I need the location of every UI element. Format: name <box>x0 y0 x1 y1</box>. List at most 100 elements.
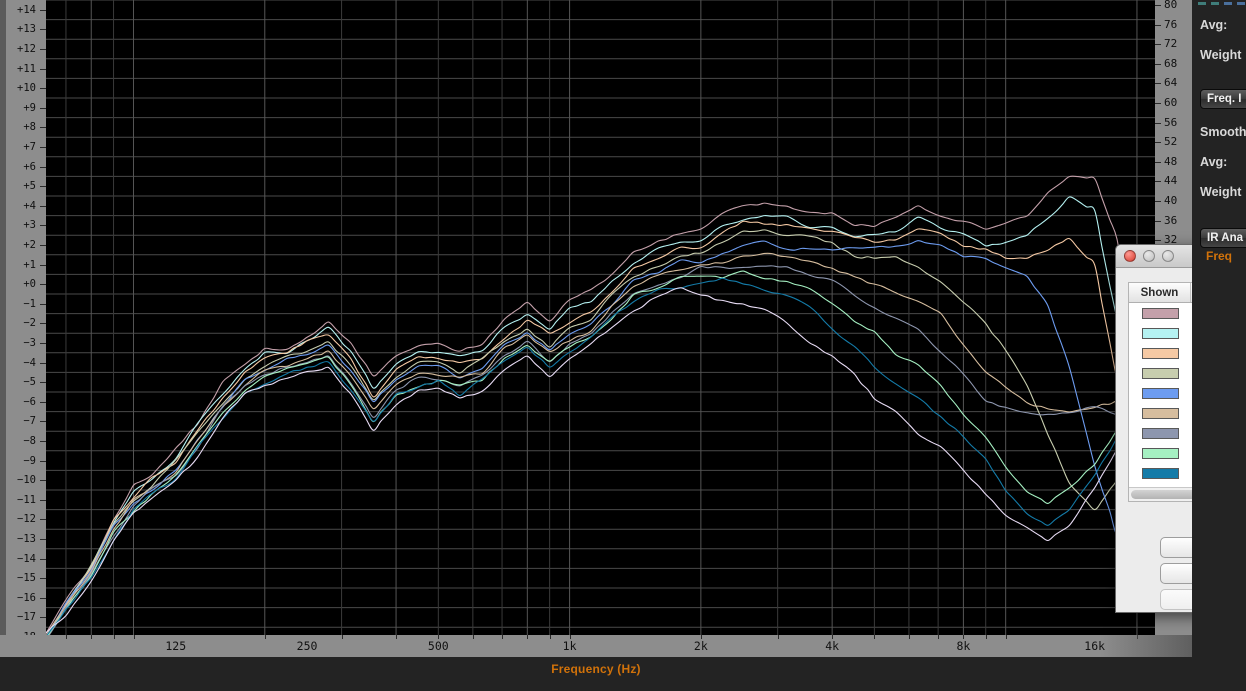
trace-color-cell[interactable] <box>1129 447 1191 459</box>
trace-color-cell[interactable] <box>1129 407 1191 419</box>
y-axis-right-tick-mark <box>1155 161 1161 163</box>
trace-color-swatch[interactable] <box>1141 427 1179 439</box>
y-axis-right-tick-mark <box>1155 181 1161 183</box>
x-axis-tick-mark <box>113 635 115 639</box>
y-axis-left-tick-mark <box>40 441 46 442</box>
y-axis-left-tick: −6 <box>23 395 36 408</box>
y-axis-left-tick: −13 <box>17 533 36 545</box>
y-axis-left-tick-mark <box>40 460 46 462</box>
y-axis-left-tick: +13 <box>17 23 36 36</box>
control-side-panel: Avg: Weight Freq. I Smooth Avg: Weight I… <box>1192 0 1246 691</box>
y-axis-left-tick-mark <box>40 597 46 599</box>
y-axis-left-tick-mark <box>40 480 46 482</box>
freq-response-button[interactable]: Freq. I <box>1200 89 1246 109</box>
y-axis-right-tick: 44 <box>1164 174 1178 188</box>
y-axis-left-tick-mark <box>40 29 46 31</box>
y-axis-right-tick-mark <box>1155 122 1161 124</box>
y-axis-right-tick-mark <box>1155 63 1161 65</box>
y-axis-left-tick-mark <box>40 107 46 109</box>
x-axis-tick-mark <box>569 635 571 639</box>
y-axis-left-tick: +2 <box>23 239 36 251</box>
trace-color-cell[interactable] <box>1129 347 1191 359</box>
trace-color-swatch[interactable] <box>1141 407 1179 419</box>
series-line <box>47 196 1155 637</box>
label-weight-1: Weight <box>1200 48 1242 62</box>
y-axis-right-tick-mark <box>1155 44 1161 46</box>
x-axis-tick-mark <box>908 635 910 639</box>
trace-color-cell[interactable] <box>1129 427 1191 439</box>
x-axis-tick-mark <box>133 635 135 639</box>
trace-color-cell[interactable] <box>1129 467 1191 479</box>
x-axis-tick: 4k <box>825 639 840 653</box>
series-line <box>46 252 1155 637</box>
x-axis-tick-mark <box>938 635 940 639</box>
frequency-analyzer-window: +14 +13 +12 +11 +10 +9 +8 +7 +6 +5 +4 +3 +2 +1 +0 −1 −2 −… <box>0 0 1192 691</box>
y-axis-right-tick: 60 <box>1164 96 1178 109</box>
y-axis-right-tick: 52 <box>1164 135 1178 149</box>
y-axis-left-tick: +1 <box>23 258 36 271</box>
series-line <box>46 229 1155 637</box>
y-axis-right-tick: 76 <box>1164 17 1178 31</box>
y-axis-right-tick: 68 <box>1164 56 1178 70</box>
y-axis-left-tick-mark <box>40 205 46 207</box>
trace-color-cell[interactable] <box>1129 367 1191 379</box>
y-axis-right-tick: 40 <box>1164 194 1178 207</box>
freq-tab-label: Freq <box>1206 249 1233 263</box>
y-axis-right-tick: 80 <box>1164 0 1178 11</box>
x-axis-tick-mark <box>527 635 529 639</box>
trace-color-swatch[interactable] <box>1141 327 1179 339</box>
y-axis-left-tick-mark <box>40 245 46 246</box>
x-axis-tick-mark <box>472 635 474 639</box>
y-axis-left-tick: +9 <box>23 101 36 114</box>
trace-color-swatch[interactable] <box>1141 447 1179 459</box>
x-axis-tick-mark <box>1005 635 1007 639</box>
meter-dot-icon <box>1211 2 1219 5</box>
x-axis-tick-mark <box>264 635 266 639</box>
y-axis-left-tick: −2 <box>23 317 36 330</box>
spectrum-plot[interactable] <box>46 0 1155 637</box>
label-avg-2: Avg: <box>1200 155 1228 169</box>
ir-analysis-button[interactable]: IR Ana <box>1200 228 1246 248</box>
x-axis-tick: 8k <box>956 639 971 653</box>
trace-color-swatch[interactable] <box>1141 367 1179 379</box>
series-line <box>46 287 1155 634</box>
trace-color-swatch[interactable] <box>1141 387 1179 399</box>
y-axis-left-tick: −10 <box>17 474 36 487</box>
trace-color-cell[interactable] <box>1129 387 1191 399</box>
y-axis-right-tick: 48 <box>1164 154 1178 168</box>
x-axis: 125 250 500 1k 2k 4k 8k 16k <box>0 635 1192 657</box>
y-axis-right-tick-mark <box>1155 201 1161 202</box>
y-axis-left-tick-mark <box>40 49 46 50</box>
trace-color-cell[interactable] <box>1129 307 1191 319</box>
x-axis-tick: 2k <box>693 639 708 653</box>
y-axis-left-tick-mark <box>40 499 46 501</box>
column-header-shown[interactable]: Shown <box>1129 283 1191 302</box>
y-axis-left-tick: −9 <box>23 454 36 467</box>
y-axis-left-tick-mark <box>40 284 46 286</box>
trace-color-cell[interactable] <box>1129 327 1191 339</box>
x-axis-tick-mark <box>777 635 779 639</box>
y-axis-left-tick-mark <box>40 401 46 403</box>
y-axis-left-tick-mark <box>40 519 46 521</box>
y-axis-left-tick: +5 <box>23 180 36 193</box>
y-axis-left-tick: −7 <box>23 415 36 428</box>
y-axis-left-tick-mark <box>40 88 46 90</box>
y-axis-right-tick: 36 <box>1164 213 1178 227</box>
y-axis-left: +14 +13 +12 +11 +10 +9 +8 +7 +6 +5 +4 +3 +2 +1 +0 −1 −2 −… <box>0 0 46 645</box>
screenshot-root: +14 +13 +12 +11 +10 +9 +8 +7 +6 +5 +4 +3 +2 +1 +0 −1 −2 −… <box>0 0 1246 691</box>
y-axis-right-tick: 72 <box>1164 37 1178 51</box>
y-axis-left-tick: −12 <box>17 513 36 526</box>
meter-indicators <box>1198 2 1245 5</box>
y-axis-right-tick-mark <box>1155 83 1161 85</box>
trace-color-swatch[interactable] <box>1141 347 1179 359</box>
x-axis-tick-mark <box>502 635 504 639</box>
x-axis-tick-mark <box>874 635 876 639</box>
x-axis-tick-mark <box>65 635 67 639</box>
y-axis-left-tick: −4 <box>23 356 36 369</box>
y-axis-left-tick: +8 <box>23 121 36 134</box>
trace-color-swatch[interactable] <box>1141 467 1179 479</box>
y-axis-left-tick-mark <box>40 303 46 305</box>
y-axis-left-tick-mark <box>40 343 46 344</box>
trace-color-swatch[interactable] <box>1141 307 1179 319</box>
spectrum-plot-svg <box>46 0 1155 637</box>
